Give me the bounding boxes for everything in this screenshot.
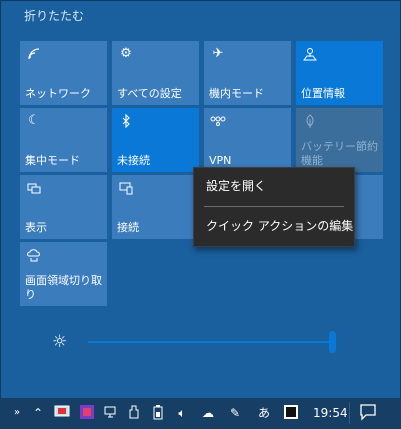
battery-icon[interactable] (150, 404, 166, 422)
brightness-track[interactable] (88, 341, 334, 343)
tile-label: すべての設定 (117, 87, 182, 100)
tile-label: 画面領域切り取り (25, 274, 102, 301)
tile-label: 機内モード (209, 87, 264, 100)
tile-project[interactable]: 表示 (20, 175, 107, 239)
overflow-chevron-icon[interactable]: » (10, 404, 24, 422)
tile-airplane-mode[interactable]: ✈ 機内モード (204, 41, 291, 105)
menu-item-edit-quick-actions[interactable]: クイック アクションの編集 (194, 212, 354, 240)
moon-icon: ☾ (28, 113, 40, 128)
clock[interactable]: 19:54 (313, 404, 348, 422)
app-icon[interactable] (78, 404, 96, 422)
ime-icon[interactable]: あ (256, 404, 272, 422)
tile-label: バッテリー節約機能 (301, 140, 378, 167)
tile-label: 表示 (25, 221, 47, 234)
tile-label: VPN (209, 154, 232, 167)
tile-connect[interactable]: 接続 (112, 175, 199, 239)
action-center-icon[interactable] (358, 402, 378, 422)
badge-icon[interactable] (282, 404, 300, 422)
volume-icon[interactable]: 🔈︎ (173, 404, 191, 422)
menu-item-open-settings[interactable]: 設定を開く (194, 172, 354, 200)
battery-saver-icon (302, 113, 318, 129)
taskbar-separator (349, 402, 350, 424)
tile-focus-assist[interactable]: ☾ 集中モード (20, 108, 107, 172)
sun-icon: ☼ (52, 332, 68, 352)
tile-label: 未接続 (117, 154, 150, 167)
vpn-icon (210, 113, 226, 129)
tile-location[interactable]: 位置情報 (296, 41, 383, 105)
gear-icon: ⚙ (120, 46, 132, 61)
taskbar: » ⌃ 🔈︎ ☁ ✎ あ 19:54 (0, 398, 401, 429)
tile-label: 接続 (117, 221, 139, 234)
tablet-icon[interactable] (53, 404, 71, 422)
cloud-icon[interactable]: ☁ (198, 404, 218, 422)
snip-icon (26, 247, 42, 263)
project-icon (26, 180, 42, 196)
pen-icon[interactable]: ✎ (226, 404, 244, 422)
tile-label: ネットワーク (25, 87, 91, 100)
tile-network[interactable]: ネットワーク (20, 41, 107, 105)
tile-battery-saver[interactable]: バッテリー節約機能 (296, 108, 383, 172)
collapse-link[interactable]: 折りたたむ (24, 7, 84, 24)
menu-separator (204, 206, 344, 207)
location-icon (302, 46, 318, 62)
tile-all-settings[interactable]: ⚙ すべての設定 (112, 41, 199, 105)
bluetooth-icon (118, 113, 134, 129)
tile-label: 位置情報 (301, 87, 345, 100)
tile-vpn[interactable]: VPN (204, 108, 291, 172)
brightness-slider[interactable]: ☼ (20, 322, 350, 362)
airplane-icon: ✈ (212, 46, 224, 61)
connect-icon (118, 180, 134, 196)
network-icon[interactable] (102, 404, 120, 422)
show-hidden-icon[interactable]: ⌃ (30, 404, 46, 422)
usb-icon[interactable] (126, 404, 142, 422)
context-menu: 設定を開く クイック アクションの編集 (193, 167, 355, 247)
tile-snip[interactable]: 画面領域切り取り (20, 242, 107, 306)
network-icon (26, 46, 42, 62)
tile-label: 集中モード (25, 154, 80, 167)
brightness-thumb[interactable] (329, 331, 336, 353)
tile-bluetooth[interactable]: 未接続 (112, 108, 199, 172)
